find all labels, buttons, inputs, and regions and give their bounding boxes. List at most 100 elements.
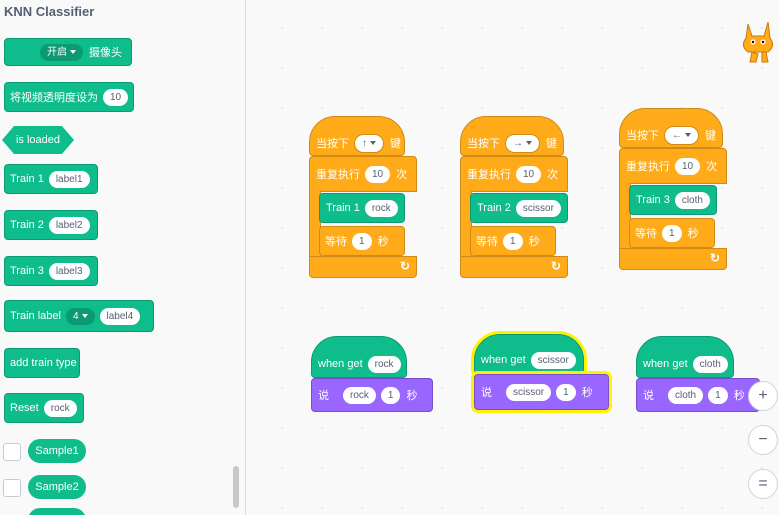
block-label: 说 bbox=[318, 390, 329, 402]
wait-block[interactable]: 等待 1 秒 bbox=[470, 226, 556, 256]
zoom-in-button[interactable]: + bbox=[748, 381, 778, 411]
train-number-dropdown[interactable]: 4 bbox=[65, 307, 95, 325]
category-title: KNN Classifier bbox=[4, 4, 95, 19]
repeat-block[interactable]: 重复执行 10 次 bbox=[619, 148, 727, 184]
label-input[interactable]: label3 bbox=[48, 262, 90, 280]
key-dropdown[interactable]: → bbox=[505, 133, 540, 153]
sample1-checkbox[interactable] bbox=[3, 443, 21, 461]
block-label: when get bbox=[318, 358, 363, 370]
sample2-reporter[interactable]: Sample2 bbox=[28, 475, 86, 499]
times-input[interactable]: 10 bbox=[516, 165, 542, 183]
label-input[interactable]: cloth bbox=[674, 191, 710, 209]
label-input[interactable]: rock bbox=[364, 199, 398, 217]
wait-block[interactable]: 等待 1 秒 bbox=[319, 226, 405, 256]
block-label: 键 bbox=[390, 138, 401, 150]
repeat-block[interactable]: 重复执行 10 次 bbox=[460, 156, 568, 192]
label-input[interactable]: label4 bbox=[99, 307, 141, 325]
block-label: 等待 bbox=[635, 228, 657, 240]
camera-dropdown[interactable]: 开启 bbox=[40, 43, 83, 61]
message-input[interactable]: rock bbox=[343, 386, 376, 404]
zoom-out-button[interactable]: − bbox=[748, 425, 778, 455]
message-input[interactable]: scissor bbox=[506, 383, 552, 401]
train3-block[interactable]: Train 3 label3 bbox=[4, 256, 98, 286]
block-label: 秒 bbox=[581, 387, 593, 399]
label-input[interactable]: scissor bbox=[530, 351, 576, 369]
wait-block[interactable]: 等待 1 秒 bbox=[629, 218, 715, 248]
seconds-input[interactable]: 1 bbox=[380, 386, 401, 404]
zoom-in-icon: + bbox=[758, 387, 768, 404]
times-input[interactable]: 10 bbox=[675, 157, 701, 175]
label-input[interactable]: label1 bbox=[48, 170, 90, 188]
block-label: 等待 bbox=[325, 236, 347, 248]
times-input[interactable]: 10 bbox=[365, 165, 391, 183]
seconds-input[interactable]: 1 bbox=[352, 232, 372, 250]
label-input[interactable]: rock bbox=[43, 399, 77, 417]
block-label: 秒 bbox=[528, 236, 540, 248]
block-label: add train type bbox=[10, 357, 77, 369]
block-label: Train 3 bbox=[636, 194, 670, 206]
block-label: 秒 bbox=[406, 390, 418, 402]
repeat-block[interactable]: 重复执行 10 次 bbox=[309, 156, 417, 192]
label-input[interactable]: scissor bbox=[515, 199, 561, 217]
seconds-input[interactable]: 1 bbox=[662, 224, 682, 242]
say-block[interactable]: 说 scissor 1 秒 bbox=[474, 374, 609, 410]
when-get-block[interactable]: when get rock bbox=[311, 336, 407, 378]
loop-arrow-icon: ↻ bbox=[710, 251, 721, 265]
label-input[interactable]: label2 bbox=[48, 216, 90, 234]
block-label: 次 bbox=[706, 161, 718, 173]
block-label: 键 bbox=[546, 138, 557, 150]
palette-scrollbar[interactable] bbox=[233, 466, 239, 508]
train-block[interactable]: Train 1 rock bbox=[319, 193, 405, 223]
sample1-reporter[interactable]: Sample1 bbox=[28, 439, 86, 463]
seconds-input[interactable]: 1 bbox=[503, 232, 523, 250]
block-label: 将视频透明度设为 bbox=[10, 92, 98, 104]
block-label: 次 bbox=[547, 169, 559, 181]
block-label: Train 1 bbox=[326, 202, 360, 214]
open-camera-block[interactable]: 开启 摄像头 bbox=[4, 38, 132, 66]
sprite-cat-icon bbox=[742, 21, 774, 63]
block-palette: KNN Classifier 开启 摄像头 将视频透明度设为 10 is loa… bbox=[0, 0, 246, 515]
block-label: 当按下 bbox=[467, 138, 500, 150]
train2-block[interactable]: Train 2 label2 bbox=[4, 210, 98, 240]
when-key-pressed-block[interactable]: 当按下 ↑ 键 bbox=[309, 116, 405, 156]
label-input[interactable]: cloth bbox=[692, 355, 728, 373]
when-get-block[interactable]: when get scissor bbox=[474, 334, 584, 374]
say-block[interactable]: 说 cloth 1 秒 bbox=[636, 378, 760, 412]
block-label: 说 bbox=[643, 390, 654, 402]
chevron-down-icon bbox=[370, 140, 376, 145]
reset-block[interactable]: Reset rock bbox=[4, 393, 84, 423]
train1-block[interactable]: Train 1 label1 bbox=[4, 164, 98, 194]
chevron-down-icon bbox=[526, 140, 532, 145]
add-train-type-block[interactable]: add train type bbox=[4, 348, 80, 378]
chevron-down-icon bbox=[70, 49, 76, 54]
block-label: Train 2 bbox=[10, 219, 44, 231]
block-label: 秒 bbox=[687, 228, 699, 240]
block-label: Train 2 bbox=[477, 202, 511, 214]
when-key-pressed-block[interactable]: 当按下 → 键 bbox=[460, 116, 564, 156]
message-input[interactable]: cloth bbox=[668, 386, 704, 404]
sample2-checkbox[interactable] bbox=[3, 479, 21, 497]
key-dropdown[interactable]: ← bbox=[664, 125, 699, 145]
block-label: 当按下 bbox=[626, 130, 659, 142]
seconds-input[interactable]: 1 bbox=[556, 383, 576, 401]
block-label: Reset bbox=[10, 402, 39, 414]
key-dropdown[interactable]: ↑ bbox=[354, 133, 384, 153]
video-transparency-block[interactable]: 将视频透明度设为 10 bbox=[4, 82, 134, 112]
block-label: 键 bbox=[705, 130, 716, 142]
block-label: 重复执行 bbox=[467, 169, 511, 181]
label-input[interactable]: rock bbox=[367, 355, 401, 373]
value-input[interactable]: 10 bbox=[103, 88, 129, 106]
is-loaded-block[interactable]: is loaded bbox=[2, 126, 74, 154]
say-block[interactable]: 说 rock 1 秒 bbox=[311, 378, 433, 412]
train-block[interactable]: Train 2 scissor bbox=[470, 193, 568, 223]
block-label: 次 bbox=[396, 169, 408, 181]
train-block[interactable]: Train 3 cloth bbox=[629, 185, 717, 215]
when-key-pressed-block[interactable]: 当按下 ← 键 bbox=[619, 108, 723, 148]
train-label-block[interactable]: Train label 4 label4 bbox=[4, 300, 154, 332]
sample3-reporter[interactable] bbox=[28, 508, 86, 515]
block-label: 重复执行 bbox=[626, 161, 670, 173]
block-label: when get bbox=[481, 354, 526, 366]
zoom-reset-button[interactable]: = bbox=[748, 469, 778, 499]
seconds-input[interactable]: 1 bbox=[708, 386, 728, 404]
when-get-block[interactable]: when get cloth bbox=[636, 336, 734, 378]
